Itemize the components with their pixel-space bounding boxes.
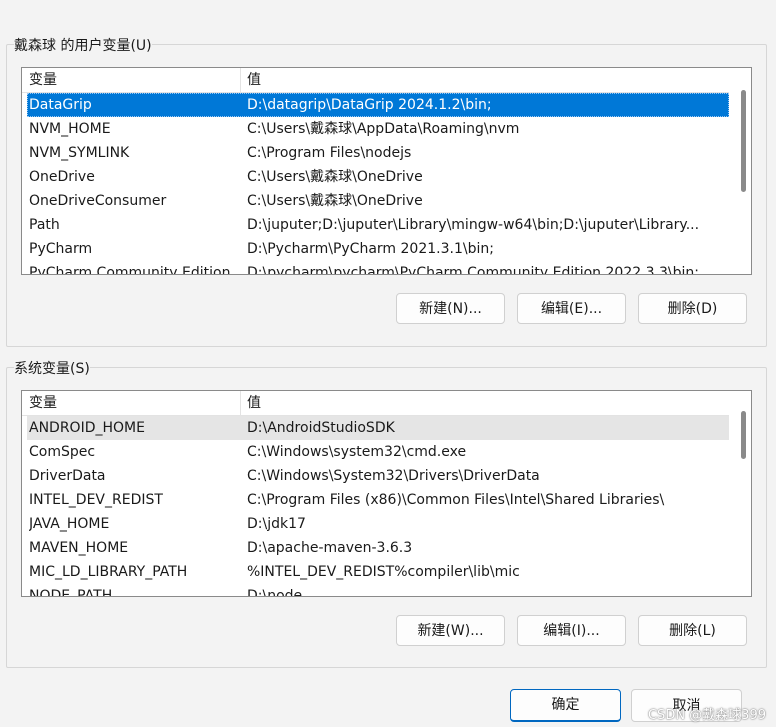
column-header-variable[interactable]: 变量 [22, 68, 241, 92]
system-variables-list[interactable]: 变量 值 ANDROID_HOME D:\AndroidStudioSDK ComS… [21, 390, 752, 597]
variable-name-cell: PyCharm [29, 241, 93, 257]
vertical-scrollbar[interactable] [729, 68, 751, 274]
table-row[interactable]: Path D:\juputer;D:\juputer\Library\mingw-… [27, 213, 729, 237]
variable-name-cell: Path [29, 217, 60, 233]
variable-name-cell: OneDrive [29, 169, 95, 185]
system-edit-button[interactable]: 编辑(I)... [517, 615, 626, 646]
column-header-value[interactable]: 值 [240, 68, 261, 92]
variable-value-cell: D:\datagrip\DataGrip 2024.1.2\bin; [247, 97, 492, 113]
table-row[interactable]: MAVEN_HOME D:\apache-maven-3.6.3 [27, 536, 729, 560]
table-row[interactable]: MIC_LD_LIBRARY_PATH %INTEL_DEV_REDIST%com… [27, 560, 729, 584]
variable-value-cell: C:\Users\戴森球\AppData\Roaming\nvm [247, 121, 520, 137]
variable-value-cell: %INTEL_DEV_REDIST%compiler\lib\mic [247, 564, 520, 580]
variable-value-cell: C:\Windows\system32\cmd.exe [247, 444, 467, 460]
system-variables-rows: ANDROID_HOME D:\AndroidStudioSDK ComSpec C:… [22, 416, 729, 596]
table-row[interactable]: DriverData C:\Windows\System32\Drivers\Dr… [27, 464, 729, 488]
ok-button[interactable]: 确定 [510, 689, 621, 722]
table-row[interactable]: ANDROID_HOME D:\AndroidStudioSDK [27, 416, 729, 440]
variable-value-cell: C:\Program Files\nodejs [247, 145, 412, 161]
system-delete-button[interactable]: 删除(L) [638, 615, 747, 646]
user-new-button[interactable]: 新建(N)... [396, 293, 505, 324]
variable-name-cell: DataGrip [29, 97, 92, 113]
variable-name-cell: JAVA_HOME [29, 516, 110, 532]
variable-name-cell: NVM_SYMLINK [29, 145, 130, 161]
user-variables-rows: DataGrip D:\datagrip\DataGrip 2024.1.2\bi… [22, 93, 729, 274]
table-row[interactable]: DataGrip D:\datagrip\DataGrip 2024.1.2\bi… [27, 93, 729, 117]
variable-value-cell: C:\Users\戴森球\OneDrive [247, 169, 423, 185]
user-delete-button[interactable]: 删除(D) [638, 293, 747, 324]
variable-value-cell: D:\node [247, 588, 303, 597]
variable-value-cell: D:\juputer;D:\juputer\Library\mingw-w64\… [247, 217, 700, 233]
list-header: 变量 值 [22, 391, 729, 416]
system-new-button[interactable]: 新建(W)... [396, 615, 505, 646]
table-row[interactable]: JAVA_HOME D:\jdk17 [27, 512, 729, 536]
user-variables-list[interactable]: 变量 值 DataGrip D:\datagrip\DataGrip 2024.1… [21, 67, 752, 275]
variable-name-cell: MAVEN_HOME [29, 540, 129, 556]
variable-name-cell: PyCharm Community Edition [29, 265, 231, 275]
variable-name-cell: DriverData [29, 468, 106, 484]
list-header: 变量 值 [22, 68, 729, 93]
column-header-variable[interactable]: 变量 [22, 391, 241, 415]
vertical-scrollbar[interactable] [729, 391, 751, 596]
variable-value-cell: D:\Pycharm\PyCharm 2021.3.1\bin; [247, 241, 494, 257]
table-row[interactable]: NODE_PATH D:\node [27, 584, 729, 597]
table-row[interactable]: ComSpec C:\Windows\system32\cmd.exe [27, 440, 729, 464]
system-variables-title: 系统变量(S) [14, 358, 90, 378]
table-row[interactable]: OneDriveConsumer C:\Users\戴森球\OneDrive [27, 189, 729, 213]
table-row[interactable]: OneDrive C:\Users\戴森球\OneDrive [27, 165, 729, 189]
watermark: CSDN @戴森球399 [647, 708, 766, 723]
column-header-value[interactable]: 值 [240, 391, 261, 415]
variable-value-cell: C:\Users\戴森球\OneDrive [247, 193, 423, 209]
table-row[interactable]: NVM_HOME C:\Users\戴森球\AppData\Roaming\nvm [27, 117, 729, 141]
variable-value-cell: C:\Program Files (x86)\Common Files\Inte… [247, 492, 665, 508]
table-row[interactable]: PyCharm D:\Pycharm\PyCharm 2021.3.1\bin; [27, 237, 729, 261]
variable-name-cell: ComSpec [29, 444, 96, 460]
variable-name-cell: INTEL_DEV_REDIST [29, 492, 163, 508]
variable-value-cell: C:\Windows\System32\Drivers\DriverData [247, 468, 540, 484]
variable-name-cell: NODE_PATH [29, 588, 113, 597]
variable-name-cell: ANDROID_HOME [29, 420, 145, 436]
table-row[interactable]: PyCharm Community Edition D:\pycharm\pych… [27, 261, 729, 275]
variable-value-cell: D:\AndroidStudioSDK [247, 420, 395, 436]
variable-value-cell: D:\pycharm\pycharm\PyCharm Community Edi… [247, 265, 699, 275]
scrollbar-thumb[interactable] [741, 90, 746, 192]
variable-name-cell: OneDriveConsumer [29, 193, 167, 209]
table-row[interactable]: INTEL_DEV_REDIST C:\Program Files (x86)\C… [27, 488, 729, 512]
variable-value-cell: D:\apache-maven-3.6.3 [247, 540, 413, 556]
table-row[interactable]: NVM_SYMLINK C:\Program Files\nodejs [27, 141, 729, 165]
variable-value-cell: D:\jdk17 [247, 516, 306, 532]
variable-name-cell: NVM_HOME [29, 121, 111, 137]
user-variables-title: 戴森球 的用户变量(U) [14, 35, 152, 55]
variable-name-cell: MIC_LD_LIBRARY_PATH [29, 564, 188, 580]
scrollbar-thumb[interactable] [741, 411, 746, 459]
user-edit-button[interactable]: 编辑(E)... [517, 293, 626, 324]
